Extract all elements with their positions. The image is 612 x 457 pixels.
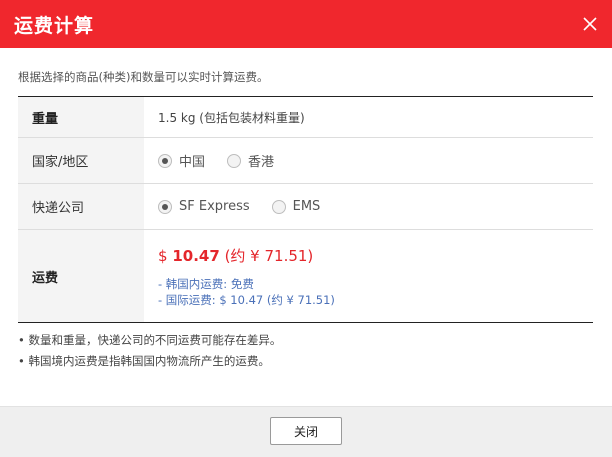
fee-total: $ 10.47 (约 ¥ 71.51) — [158, 245, 313, 266]
country-option-label: 中国 — [179, 155, 206, 170]
courier-label: 快递公司 — [18, 184, 144, 229]
dialog-title: 运费计算 — [14, 15, 95, 37]
close-icon[interactable] — [580, 14, 600, 34]
radio-selected-icon[interactable] — [158, 153, 172, 168]
fee-label: 运费 — [18, 230, 144, 322]
weight-value: 1.5 kg (包括包装材料重量) — [158, 110, 305, 125]
dialog-header: 运费计算 — [0, 0, 612, 48]
courier-option-sf-express[interactable]: SF Express — [158, 199, 250, 214]
courier-radio-group: SF Express EMS — [158, 199, 342, 214]
shipping-table: 重量 1.5 kg (包括包装材料重量) 国家/地区 中国 香港 快递公司 SF… — [18, 96, 593, 323]
note-item: • 韩国境内运费是指韩国国内物流所产生的运费。 — [18, 354, 270, 368]
weight-label: 重量 — [18, 97, 144, 137]
country-option-label: 香港 — [248, 155, 275, 170]
dialog-footer: 关闭 — [0, 406, 612, 457]
fee-row: 运费 $ 10.47 (约 ¥ 71.51) - 韩国内运费: 免费 - 国际运… — [18, 230, 593, 322]
radio-selected-icon[interactable] — [158, 199, 172, 214]
weight-row: 重量 1.5 kg (包括包装材料重量) — [18, 97, 593, 138]
fee-amount: 10.47 — [172, 246, 220, 265]
country-option-hongkong[interactable]: 香港 — [227, 151, 274, 170]
country-option-china[interactable]: 中国 — [158, 151, 205, 170]
courier-row: 快递公司 SF Express EMS — [18, 184, 593, 230]
notes-list: • 数量和重量，快递公司的不同运费可能存在差异。 • 韩国境内运费是指韩国国内物… — [18, 330, 281, 372]
fee-international: - 国际运费: $ 10.47 (约 ¥ 71.51) — [158, 292, 335, 307]
courier-option-ems[interactable]: EMS — [271, 199, 321, 214]
courier-option-label: EMS — [292, 199, 321, 214]
radio-unselected-icon[interactable] — [227, 153, 242, 168]
country-row: 国家/地区 中国 香港 — [18, 138, 593, 184]
radio-unselected-icon[interactable] — [271, 199, 286, 214]
country-radio-group: 中国 香港 — [158, 151, 296, 170]
fee-domestic: - 韩国内运费: 免费 — [158, 276, 254, 291]
note-item: • 数量和重量，快递公司的不同运费可能存在差异。 — [18, 333, 282, 347]
country-label: 国家/地区 — [18, 138, 144, 183]
fee-approx: (约 ¥ 71.51) — [224, 246, 314, 265]
dialog-description: 根据选择的商品(种类)和数量可以实时计算运费。 — [18, 70, 269, 84]
close-button[interactable]: 关闭 — [270, 417, 342, 445]
fee-currency: $ — [158, 246, 168, 265]
courier-option-label: SF Express — [179, 199, 250, 214]
